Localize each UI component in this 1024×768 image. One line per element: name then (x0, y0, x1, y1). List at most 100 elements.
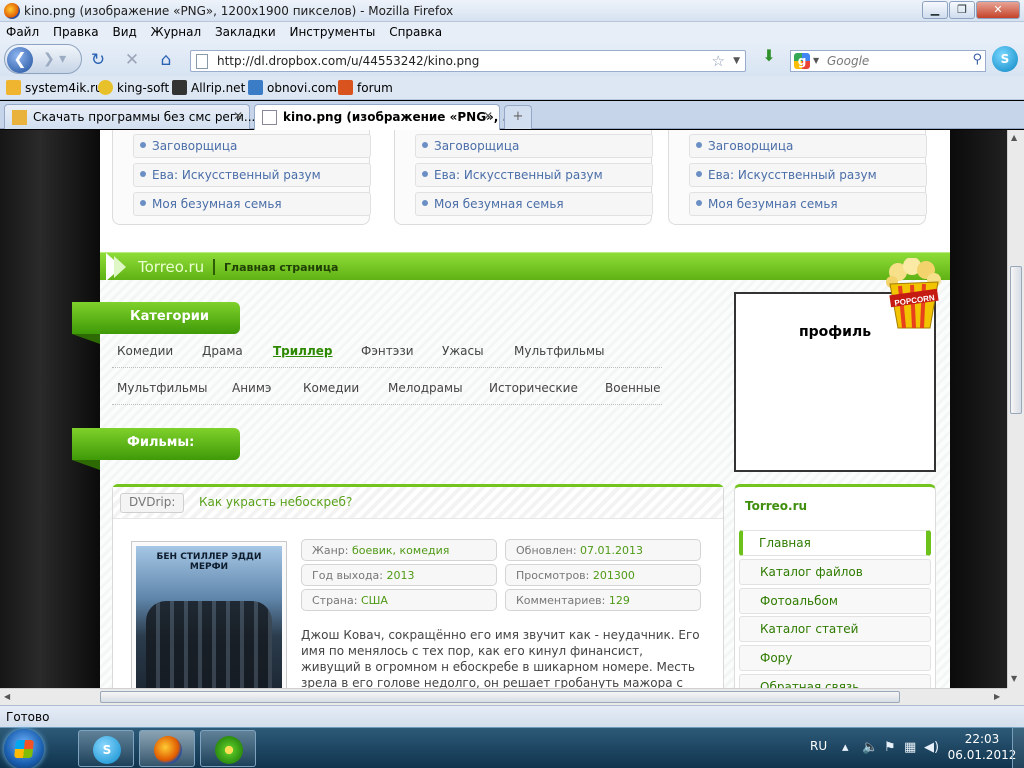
category-link[interactable]: Фэнтэзи (361, 344, 414, 358)
menu-history[interactable]: Журнал (146, 22, 207, 39)
category-link[interactable]: Исторические (489, 381, 578, 395)
genre-value[interactable]: боевик, комедия (352, 544, 449, 557)
horizontal-scroll-thumb[interactable] (100, 691, 900, 703)
google-icon[interactable]: g (794, 53, 810, 69)
movie-link[interactable]: Моя безумная семья (689, 192, 927, 216)
vertical-scrollbar[interactable]: ▲ ▼ (1007, 130, 1024, 688)
category-link[interactable]: Мультфильмы (117, 381, 208, 395)
category-link[interactable]: Военные (605, 381, 661, 395)
forward-button[interactable]: ❯ ▾ (43, 51, 73, 69)
movie-link[interactable]: Заговорщица (133, 134, 371, 158)
vertical-scroll-thumb[interactable] (1010, 266, 1022, 414)
close-button[interactable]: ✕ (976, 1, 1020, 19)
tab-downloads[interactable]: Скачать программы без смс реги... ✕ (4, 104, 255, 129)
taskbar-firefox[interactable] (139, 730, 195, 767)
movie-link[interactable]: Ева: Искусственный разум (133, 163, 371, 187)
category-link[interactable]: Драма (202, 344, 243, 358)
taskbar-skype[interactable]: S (78, 730, 134, 767)
horizontal-scrollbar[interactable]: ◀ ▶ (0, 688, 1007, 705)
action-center-flag-icon[interactable]: ⚑ (884, 740, 896, 755)
category-link[interactable]: Комедии (303, 381, 359, 395)
menu-view[interactable]: Вид (107, 22, 141, 39)
side-nav-photo[interactable]: Фотоальбом (739, 588, 931, 614)
language-indicator[interactable]: RU (810, 739, 827, 753)
minimize-button[interactable]: ▁ (922, 1, 948, 19)
scroll-left-icon[interactable]: ◀ (4, 692, 10, 701)
menu-bar: Файл Правка Вид Журнал Закладки Инструме… (0, 22, 1024, 42)
url-dropdown-icon[interactable]: ▼ (733, 56, 740, 66)
taskbar-icq[interactable] (200, 730, 256, 767)
clock-time[interactable]: 22:03 (952, 732, 1012, 746)
side-nav-forum[interactable]: Фору (739, 645, 931, 671)
network-icon[interactable]: ▦ (904, 740, 916, 755)
restore-button[interactable]: ❐ (949, 1, 975, 19)
genre-info: Жанр: боевик, комедия (301, 539, 497, 561)
film-title-link[interactable]: Как украсть небоскреб? (199, 495, 352, 509)
side-nav-articles[interactable]: Каталог статей (739, 616, 931, 642)
speaker-icon[interactable]: ◀) (924, 740, 939, 755)
movie-link[interactable]: Заговорщица (415, 134, 653, 158)
volume-icon[interactable]: 🔈 (862, 740, 878, 755)
side-nav-home[interactable]: Главная (739, 530, 931, 556)
skype-toolbar-icon[interactable]: S (992, 46, 1018, 72)
tab-kino-png[interactable]: kino.png (изображение «PNG», ... ✕ (254, 104, 516, 130)
category-link[interactable]: Мелодрамы (388, 381, 463, 395)
scroll-right-icon[interactable]: ▶ (994, 692, 1000, 701)
menu-bookmarks[interactable]: Закладки (210, 22, 281, 39)
menu-tools[interactable]: Инструменты (284, 22, 380, 39)
views-info: Просмотров: 201300 (505, 564, 701, 586)
updated-value: 07.01.2013 (580, 544, 644, 557)
bookmark-star-icon[interactable]: ☆ (712, 52, 725, 70)
search-icon[interactable]: ⚲ (972, 52, 982, 67)
bookmark-allrip[interactable]: Allrip.net (172, 80, 245, 95)
search-bar[interactable]: g ▼ Google ⚲ (790, 50, 986, 72)
category-link[interactable]: Анимэ (232, 381, 272, 395)
start-button[interactable] (4, 729, 44, 768)
year-value[interactable]: 2013 (387, 569, 415, 582)
category-link-active[interactable]: Триллер (273, 344, 333, 358)
back-button[interactable]: ❮ (7, 47, 33, 73)
menu-edit[interactable]: Правка (48, 22, 104, 39)
movie-link[interactable]: Ева: Искусственный разум (689, 163, 927, 187)
show-desktop-button[interactable] (1012, 727, 1024, 768)
search-engine-dropdown-icon[interactable]: ▼ (813, 56, 819, 65)
reload-icon[interactable]: ↻ (88, 50, 108, 70)
scroll-up-icon[interactable]: ▲ (1011, 133, 1017, 142)
new-tab-button[interactable]: + (504, 105, 532, 129)
home-icon[interactable]: ⌂ (156, 50, 176, 70)
bookmark-forum[interactable]: forum (338, 80, 393, 95)
movie-link[interactable]: Заговорщица (689, 134, 927, 158)
side-nav-feedback[interactable]: Обратная связь (739, 674, 931, 688)
movie-link[interactable]: Моя безумная семья (415, 192, 653, 216)
icq-icon (215, 736, 243, 764)
search-input[interactable]: Google (827, 54, 869, 68)
movie-link[interactable]: Ева: Искусственный разум (415, 163, 653, 187)
category-link[interactable]: Комедии (117, 344, 173, 358)
side-nav-files[interactable]: Каталог файлов (739, 559, 931, 585)
updated-info: Обновлен: 07.01.2013 (505, 539, 701, 561)
category-link[interactable]: Мультфильмы (514, 344, 605, 358)
category-link[interactable]: Ужасы (442, 344, 484, 358)
side-nav-title: Torreo.ru (745, 499, 808, 513)
show-hidden-icons-icon[interactable]: ▴ (842, 740, 849, 755)
menu-help[interactable]: Справка (384, 22, 447, 39)
scroll-down-icon[interactable]: ▼ (1011, 674, 1017, 683)
bookmark-system4ik[interactable]: system4ik.ru (6, 80, 103, 95)
film-poster[interactable]: БЕН СТИЛЛЕР ЭДДИ МЕРФИ (131, 541, 287, 688)
menu-file[interactable]: Файл (0, 22, 44, 39)
tab-close-icon[interactable]: ✕ (233, 109, 243, 123)
film-card: DVDrip: Как украсть небоскреб? БЕН СТИЛЛ… (112, 484, 724, 688)
url-bar[interactable]: http://dl.dropbox.com/u/44553242/kino.pn… (190, 50, 746, 72)
country-value[interactable]: США (361, 594, 388, 607)
bookmark-obnovi[interactable]: obnovi.com (248, 80, 337, 95)
site-logo[interactable]: Torreo.ru (138, 258, 204, 276)
bookmark-king-soft[interactable]: king-soft (98, 80, 169, 95)
download-icon[interactable]: ⬇ (758, 46, 780, 68)
movie-link[interactable]: Моя безумная семья (133, 192, 371, 216)
title-bar: kino.png (изображение «PNG», 1200x1900 п… (0, 0, 1024, 22)
clock-date[interactable]: 06.01.2012 (944, 748, 1020, 762)
comments-info: Комментариев: 129 (505, 589, 701, 611)
tab-close-icon[interactable]: ✕ (483, 109, 493, 123)
stop-icon[interactable]: ✕ (122, 50, 142, 70)
home-page-link[interactable]: Главная страница (224, 261, 338, 274)
